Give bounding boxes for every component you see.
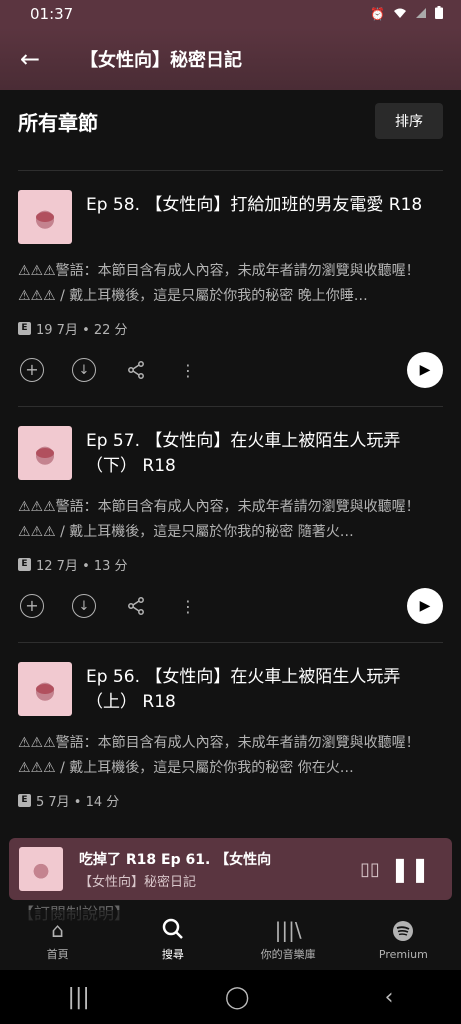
add-icon[interactable]: + bbox=[18, 356, 46, 384]
share-icon[interactable] bbox=[122, 356, 150, 384]
episode-actions: + ↓ ⋮ ▶ bbox=[18, 352, 443, 388]
wifi-icon bbox=[393, 7, 407, 22]
tab-search[interactable]: 搜尋 bbox=[115, 910, 230, 970]
tab-label: 搜尋 bbox=[161, 948, 184, 961]
play-button[interactable]: ▶ bbox=[407, 588, 443, 624]
episode-description: ⚠⚠⚠警語：本節目含有成人內容，未成年者請勿瀏覽與收聽喔！⚠⚠⚠ / 戴上耳機後… bbox=[18, 263, 420, 304]
spotify-icon bbox=[392, 920, 414, 944]
tab-library[interactable]: |||\ 你的音樂庫 bbox=[231, 910, 346, 970]
episode-actions: + ↓ ⋮ ▶ bbox=[18, 588, 443, 624]
explicit-badge: E bbox=[18, 558, 31, 571]
app-header: ← 【女性向】秘密日記 bbox=[0, 28, 461, 90]
bottom-tab-bar: ⌂ 首頁 搜尋 |||\ 你的音樂庫 Premium bbox=[0, 910, 461, 970]
tab-home[interactable]: ⌂ 首頁 bbox=[0, 910, 115, 970]
episode-title[interactable]: Ep 58. 【女性向】打給加班的男友電愛 R18 bbox=[86, 193, 426, 218]
home-icon: ⌂ bbox=[51, 918, 64, 942]
episode-list-container: 所有章節 排序 Ep 58. 【女性向】打給加班的男友電愛 R18 ⚠⚠⚠警語：… bbox=[0, 90, 461, 878]
episode-item[interactable]: Ep 57. 【女性向】在火車上被陌生人玩弄（下） R18 ⚠⚠⚠警語：本節目含… bbox=[0, 407, 461, 642]
episode-description: ⚠⚠⚠警語：本節目含有成人內容，未成年者請勿瀏覽與收聽喔！⚠⚠⚠ / 戴上耳機後… bbox=[18, 499, 420, 540]
episode-meta: E 12 7月 • 13 分 bbox=[18, 555, 128, 574]
mini-player-show: 【女性向】秘密日記 bbox=[79, 874, 197, 890]
episode-item[interactable]: Ep 58. 【女性向】打給加班的男友電愛 R18 ⚠⚠⚠警語：本節目含有成人內… bbox=[0, 171, 461, 406]
battery-icon bbox=[435, 6, 443, 22]
episode-cover-image bbox=[18, 190, 72, 244]
tab-label: 首頁 bbox=[46, 948, 69, 961]
signal-icon bbox=[415, 7, 427, 22]
system-nav-bar: ||| ◯ ‹ bbox=[0, 970, 461, 1024]
status-bar: 01:37 ⏰ bbox=[0, 0, 461, 28]
download-icon[interactable]: ↓ bbox=[70, 592, 98, 620]
share-icon[interactable] bbox=[122, 592, 150, 620]
more-options-icon[interactable]: ⋮ bbox=[174, 356, 202, 384]
episode-meta: E 19 7月 • 22 分 bbox=[18, 319, 128, 338]
explicit-badge: E bbox=[18, 794, 31, 807]
episode-title[interactable]: Ep 56. 【女性向】在火車上被陌生人玩弄（上） R18 bbox=[86, 665, 426, 715]
episode-cover-image bbox=[18, 426, 72, 480]
episode-date-duration: 19 7月 • 22 分 bbox=[36, 323, 128, 338]
library-icon: |||\ bbox=[274, 918, 302, 942]
episode-description: ⚠⚠⚠警語：本節目含有成人內容，未成年者請勿瀏覽與收聽喔！⚠⚠⚠ / 戴上耳機後… bbox=[18, 735, 420, 776]
mini-player-cover bbox=[19, 847, 63, 891]
page-title: 【女性向】秘密日記 bbox=[80, 50, 242, 71]
episode-date-duration: 12 7月 • 13 分 bbox=[36, 559, 128, 574]
recent-apps-icon[interactable]: ||| bbox=[68, 985, 90, 1010]
tab-label: Premium bbox=[378, 947, 428, 961]
connect-device-icon[interactable]: ▯▯ bbox=[355, 859, 385, 880]
alarm-icon: ⏰ bbox=[370, 7, 385, 21]
mini-player[interactable]: 吃掉了 R18 Ep 61. 【女性向 【女性向】秘密日記 ▯▯ ❚❚ bbox=[9, 838, 452, 900]
episode-date-duration: 5 7月 • 14 分 bbox=[36, 795, 120, 810]
episode-meta: E 5 7月 • 14 分 bbox=[18, 791, 119, 810]
section-header: 所有章節 排序 bbox=[0, 90, 461, 152]
sort-button[interactable]: 排序 bbox=[375, 103, 443, 139]
episode-cover-image bbox=[18, 662, 72, 716]
home-button-icon[interactable]: ◯ bbox=[225, 985, 250, 1010]
section-title: 所有章節 bbox=[18, 110, 98, 135]
search-icon bbox=[162, 918, 184, 942]
status-time: 01:37 bbox=[30, 5, 74, 23]
tab-label: 你的音樂庫 bbox=[260, 948, 316, 961]
download-icon[interactable]: ↓ bbox=[70, 356, 98, 384]
episode-title[interactable]: Ep 57. 【女性向】在火車上被陌生人玩弄（下） R18 bbox=[86, 429, 426, 479]
add-icon[interactable]: + bbox=[18, 592, 46, 620]
back-arrow-icon[interactable]: ← bbox=[0, 45, 60, 73]
system-back-icon[interactable]: ‹ bbox=[385, 985, 394, 1010]
more-options-icon[interactable]: ⋮ bbox=[174, 592, 202, 620]
play-button[interactable]: ▶ bbox=[407, 352, 443, 388]
mini-player-title: 吃掉了 R18 Ep 61. 【女性向 bbox=[79, 851, 272, 868]
explicit-badge: E bbox=[18, 322, 31, 335]
tab-premium[interactable]: Premium bbox=[346, 910, 461, 970]
pause-button[interactable]: ❚❚ bbox=[385, 855, 435, 883]
